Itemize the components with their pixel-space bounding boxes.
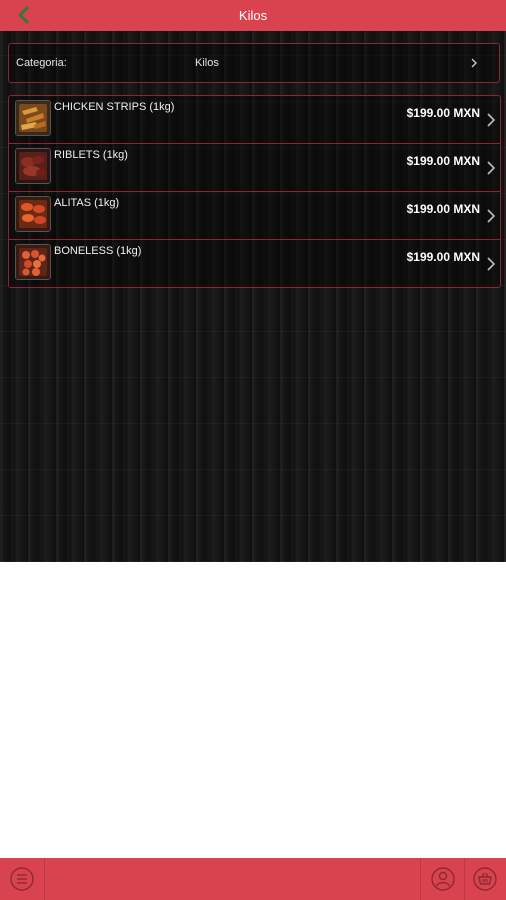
menu-button[interactable] [0, 858, 45, 900]
chevron-right-icon [471, 58, 477, 68]
product-row-chicken-strips[interactable]: CHICKEN STRIPS (1kg) $199.00 MXN [9, 96, 500, 144]
chevron-right-icon [487, 209, 496, 223]
bottom-bar [0, 858, 506, 900]
category-label: Categoria: [16, 57, 67, 69]
product-name: RIBLETS (1kg) [54, 149, 128, 161]
basket-icon [473, 867, 497, 891]
product-name: CHICKEN STRIPS (1kg) [54, 101, 175, 113]
profile-button[interactable] [420, 858, 465, 900]
screen: Kilos Categoria: Kilos CHICKEN STRIPS (1… [0, 0, 506, 900]
category-selector[interactable]: Categoria: Kilos [8, 43, 500, 83]
product-price: $199.00 MXN [406, 106, 480, 120]
content-area: Categoria: Kilos CHICKEN STRIPS (1kg) $1… [0, 31, 506, 562]
product-name: BONELESS (1kg) [54, 245, 142, 257]
alitas-icon [15, 196, 51, 232]
product-price: $199.00 MXN [406, 154, 480, 168]
category-value: Kilos [195, 57, 219, 69]
product-price: $199.00 MXN [406, 202, 480, 216]
user-icon [430, 867, 455, 891]
chevron-right-icon [487, 257, 496, 271]
product-row-riblets[interactable]: RIBLETS (1kg) $199.00 MXN [9, 144, 500, 192]
cart-button[interactable] [464, 858, 506, 900]
riblets-icon [15, 148, 51, 184]
boneless-icon [15, 244, 51, 280]
chicken-strips-icon [15, 100, 51, 136]
product-price: $199.00 MXN [406, 250, 480, 264]
product-row-boneless[interactable]: BONELESS (1kg) $199.00 MXN [9, 240, 500, 287]
page-title: Kilos [238, 8, 268, 23]
product-name: ALITAS (1kg) [54, 197, 120, 209]
product-list: CHICKEN STRIPS (1kg) $199.00 MXN RIBLETS… [8, 95, 501, 288]
menu-list-icon [10, 867, 34, 891]
top-bar: Kilos [0, 0, 506, 31]
chevron-right-icon [487, 161, 496, 175]
product-row-alitas[interactable]: ALITAS (1kg) $199.00 MXN [9, 192, 500, 240]
chevron-right-icon [487, 113, 496, 127]
